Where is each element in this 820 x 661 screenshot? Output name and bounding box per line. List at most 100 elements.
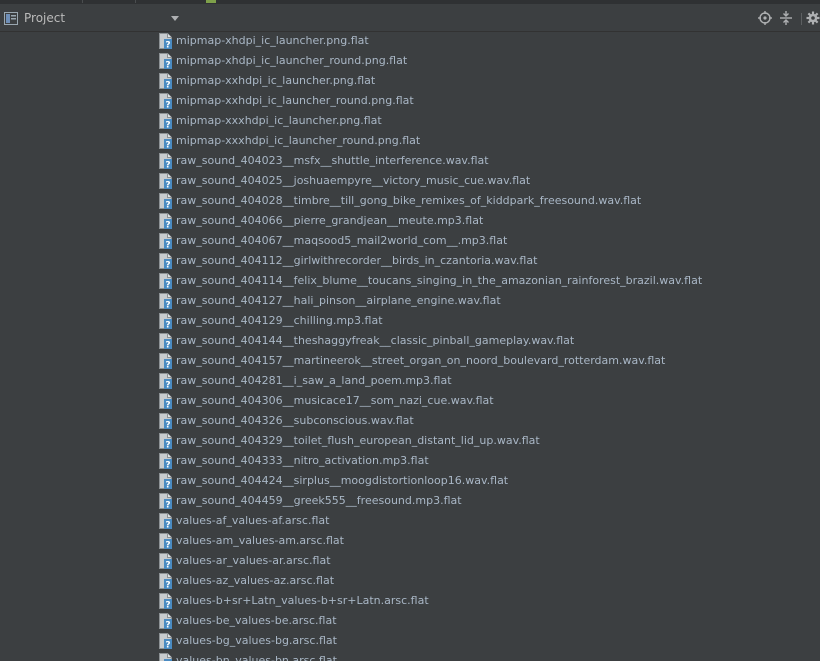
file-name: values-bg_values-bg.arsc.flat <box>176 634 337 647</box>
svg-text:?: ? <box>165 321 170 330</box>
unknown-file-icon: ? <box>159 213 172 231</box>
file-name: raw_sound_404129__chilling.mp3.flat <box>176 314 383 327</box>
svg-text:?: ? <box>165 581 170 590</box>
file-tree-row[interactable]: ? mipmap-xxhdpi_ic_launcher.png.flat <box>0 71 820 91</box>
file-tree-row[interactable]: ? raw_sound_404329__toilet_flush_european… <box>0 431 820 451</box>
chevron-down-icon[interactable] <box>171 16 179 21</box>
file-name: mipmap-xhdpi_ic_launcher.png.flat <box>176 34 369 47</box>
unknown-file-icon: ? <box>159 293 172 311</box>
file-tree-row[interactable]: ? raw_sound_404424__sirplus__moogdistorti… <box>0 471 820 491</box>
file-tree-row[interactable]: ? raw_sound_404028__timbre__till_gong_bik… <box>0 191 820 211</box>
unknown-file-icon: ? <box>159 453 172 471</box>
file-tree-row[interactable]: ? raw_sound_404112__girlwithrecorder__bir… <box>0 251 820 271</box>
file-tree-row[interactable]: ? values-ar_values-ar.arsc.flat <box>0 551 820 571</box>
file-name: raw_sound_404329__toilet_flush_european_… <box>176 434 540 447</box>
file-name: values-bn_values-bn.arsc.flat <box>176 654 337 661</box>
file-name: raw_sound_404023__msfx__shuttle_interfer… <box>176 154 489 167</box>
file-tree-row[interactable]: ? values-bn_values-bn.arsc.flat <box>0 651 820 661</box>
file-name: values-am_values-am.arsc.flat <box>176 534 344 547</box>
top-tab-segment <box>0 0 83 3</box>
unknown-file-icon: ? <box>159 253 172 271</box>
file-tree-row[interactable]: ? raw_sound_404459__greek555__freesound.m… <box>0 491 820 511</box>
unknown-file-icon: ? <box>159 473 172 491</box>
file-name: raw_sound_404459__greek555__freesound.mp… <box>176 494 462 507</box>
svg-text:?: ? <box>165 601 170 610</box>
file-tree-row[interactable]: ? values-bg_values-bg.arsc.flat <box>0 631 820 651</box>
svg-text:?: ? <box>165 241 170 250</box>
collapse-all-icon[interactable] <box>779 11 793 25</box>
file-tree-row[interactable]: ? raw_sound_404326__subconscious.wav.flat <box>0 411 820 431</box>
file-tree-row[interactable]: ? raw_sound_404114__felix_blume__toucans_… <box>0 271 820 291</box>
unknown-file-icon: ? <box>159 53 172 71</box>
file-tree-row[interactable]: ? mipmap-xxxhdpi_ic_launcher_round.png.fl… <box>0 131 820 151</box>
svg-text:?: ? <box>165 501 170 510</box>
unknown-file-icon: ? <box>159 413 172 431</box>
file-name: raw_sound_404028__timbre__till_gong_bike… <box>176 194 642 207</box>
file-tree-row[interactable]: ? mipmap-xhdpi_ic_launcher.png.flat <box>0 31 820 51</box>
svg-text:?: ? <box>165 561 170 570</box>
unknown-file-icon: ? <box>159 333 172 351</box>
file-name: values-az_values-az.arsc.flat <box>176 574 335 587</box>
gear-icon[interactable] <box>806 11 820 25</box>
unknown-file-icon: ? <box>159 93 172 111</box>
project-file-tree[interactable]: ? mipmap-xhdpi_ic_launcher.png.flat? mipma… <box>0 30 820 661</box>
file-tree-row[interactable]: ? raw_sound_404127__hali_pinson__airplane… <box>0 291 820 311</box>
file-tree-row[interactable]: ? values-af_values-af.arsc.flat <box>0 511 820 531</box>
svg-text:?: ? <box>165 121 170 130</box>
svg-text:?: ? <box>165 81 170 90</box>
svg-text:?: ? <box>165 521 170 530</box>
file-name: values-b+sr+Latn_values-b+sr+Latn.arsc.f… <box>176 594 429 607</box>
svg-text:?: ? <box>165 181 170 190</box>
file-name: raw_sound_404424__sirplus__moogdistortio… <box>176 474 509 487</box>
svg-text:?: ? <box>165 381 170 390</box>
file-tree-row[interactable]: ? raw_sound_404144__theshaggyfreak__class… <box>0 331 820 351</box>
active-tab-indicator <box>206 0 216 3</box>
unknown-file-icon: ? <box>159 233 172 251</box>
unknown-file-icon: ? <box>159 353 172 371</box>
file-tree-row[interactable]: ? raw_sound_404306__musicace17__som_nazi_… <box>0 391 820 411</box>
unknown-file-icon: ? <box>159 633 172 651</box>
unknown-file-icon: ? <box>159 273 172 291</box>
file-tree-row[interactable]: ? raw_sound_404281__i_saw_a_land_poem.mp3… <box>0 371 820 391</box>
unknown-file-icon: ? <box>159 313 172 331</box>
panel-title[interactable]: Project <box>24 11 65 25</box>
file-tree-row[interactable]: ? raw_sound_404025__joshuaempyre__victory… <box>0 171 820 191</box>
svg-text:?: ? <box>165 361 170 370</box>
unknown-file-icon: ? <box>159 493 172 511</box>
svg-text:?: ? <box>165 341 170 350</box>
file-name: raw_sound_404067__maqsood5_mail2world_co… <box>176 234 508 247</box>
file-tree-row[interactable]: ? mipmap-xxhdpi_ic_launcher_round.png.fla… <box>0 91 820 111</box>
file-name: raw_sound_404281__i_saw_a_land_poem.mp3.… <box>176 374 452 387</box>
svg-text:?: ? <box>165 61 170 70</box>
file-name: mipmap-xxhdpi_ic_launcher_round.png.flat <box>176 94 414 107</box>
file-tree-row[interactable]: ? mipmap-xhdpi_ic_launcher_round.png.flat <box>0 51 820 71</box>
unknown-file-icon: ? <box>159 373 172 391</box>
crosshair-icon[interactable] <box>758 11 772 25</box>
unknown-file-icon: ? <box>159 173 172 191</box>
file-name: raw_sound_404157__martineerok__street_or… <box>176 354 666 367</box>
file-name: raw_sound_404144__theshaggyfreak__classi… <box>176 334 575 347</box>
file-tree-row[interactable]: ? values-am_values-am.arsc.flat <box>0 531 820 551</box>
unknown-file-icon: ? <box>159 73 172 91</box>
svg-text:?: ? <box>165 621 170 630</box>
unknown-file-icon: ? <box>159 653 172 661</box>
file-tree-row[interactable]: ? values-az_values-az.arsc.flat <box>0 571 820 591</box>
top-tab-segment <box>83 0 136 3</box>
file-tree-row[interactable]: ? raw_sound_404023__msfx__shuttle_interfe… <box>0 151 820 171</box>
svg-text:?: ? <box>165 141 170 150</box>
file-tree-row[interactable]: ? values-be_values-be.arsc.flat <box>0 611 820 631</box>
unknown-file-icon: ? <box>159 153 172 171</box>
file-tree-row[interactable]: ? raw_sound_404333__nitro_activation.mp3.… <box>0 451 820 471</box>
file-tree-row[interactable]: ? raw_sound_404157__martineerok__street_o… <box>0 351 820 371</box>
file-name: raw_sound_404326__subconscious.wav.flat <box>176 414 414 427</box>
svg-text:?: ? <box>165 281 170 290</box>
file-tree-row[interactable]: ? values-b+sr+Latn_values-b+sr+Latn.arsc.… <box>0 591 820 611</box>
unknown-file-icon: ? <box>159 513 172 531</box>
file-tree-row[interactable]: ? mipmap-xxxhdpi_ic_launcher.png.flat <box>0 111 820 131</box>
file-tree-row[interactable]: ? raw_sound_404067__maqsood5_mail2world_c… <box>0 231 820 251</box>
file-tree-row[interactable]: ? raw_sound_404066__pierre_grandjean__meu… <box>0 211 820 231</box>
svg-text:?: ? <box>165 261 170 270</box>
svg-text:?: ? <box>165 441 170 450</box>
file-tree-row[interactable]: ? raw_sound_404129__chilling.mp3.flat <box>0 311 820 331</box>
file-name: raw_sound_404025__joshuaempyre__victory_… <box>176 174 531 187</box>
